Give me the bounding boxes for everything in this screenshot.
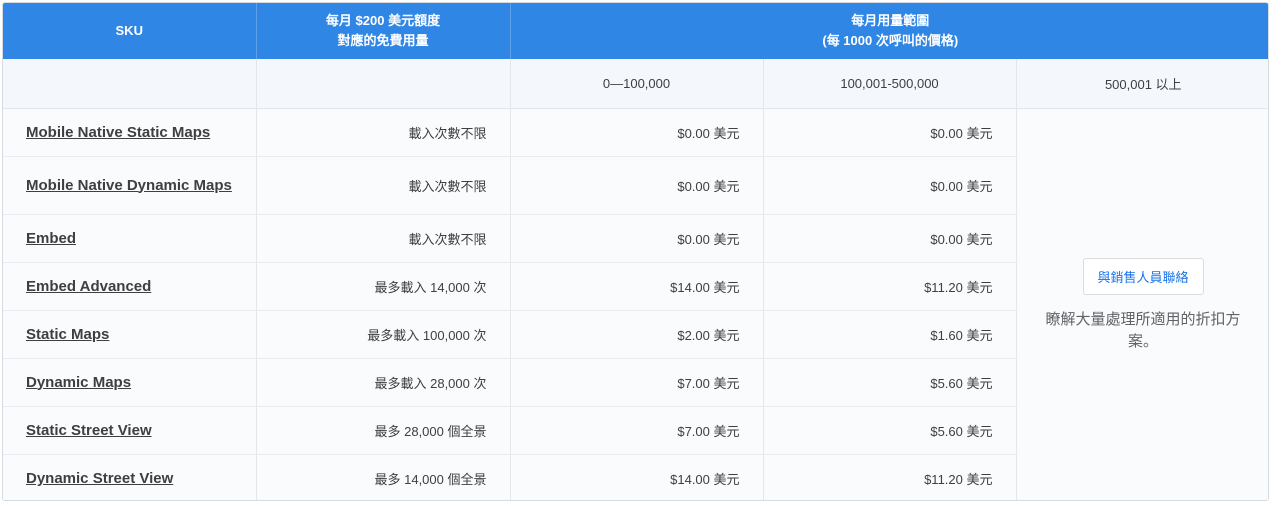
sku-link[interactable]: Static Street View	[26, 422, 152, 439]
tier1-price-cell: $7.00 美元	[510, 358, 764, 407]
contact-sales-button[interactable]: 與銷售人員聯絡	[1082, 258, 1204, 295]
tier-header-1: 0—100,000	[510, 59, 764, 109]
pricing-body: Mobile Native Static Maps 載入次數不限 $0.00 美…	[3, 108, 1268, 500]
free-usage-cell: 載入次數不限	[256, 156, 511, 215]
tier2-price-cell: $0.00 美元	[763, 156, 1017, 215]
free-usage-cell: 最多載入 100,000 次	[256, 310, 511, 359]
sku-link[interactable]: Static Maps	[26, 326, 109, 343]
tier-header-2: 100,001-500,000	[763, 59, 1017, 109]
tier2-price-cell: $5.60 美元	[763, 358, 1017, 407]
tier2-price-cell: $0.00 美元	[763, 214, 1017, 263]
tier1-price-cell: $2.00 美元	[510, 310, 764, 359]
sku-cell: Dynamic Maps	[3, 358, 257, 407]
tier-header-empty	[3, 59, 257, 109]
sku-link[interactable]: Embed	[26, 230, 76, 247]
sku-cell: Mobile Native Static Maps	[3, 108, 257, 157]
sku-cell: Embed	[3, 214, 257, 263]
tier2-price-cell: $5.60 美元	[763, 406, 1017, 455]
header-usage-range: 每月用量範圍 (每 1000 次呼叫的價格)	[510, 3, 1268, 59]
header-range-line2: (每 1000 次呼叫的價格)	[822, 33, 959, 48]
sku-link[interactable]: Dynamic Street View	[26, 470, 173, 487]
tier2-price-cell: $1.60 美元	[763, 310, 1017, 359]
tier2-price-cell: $11.20 美元	[763, 262, 1017, 311]
sku-cell: Static Maps	[3, 310, 257, 359]
pricing-table-container: SKU 每月 $200 美元額度 對應的免費用量 每月用量範圍 (每 1000 …	[2, 2, 1269, 501]
header-row: SKU 每月 $200 美元額度 對應的免費用量 每月用量範圍 (每 1000 …	[3, 3, 1268, 59]
tier-header-empty-free	[256, 59, 511, 109]
sku-link[interactable]: Mobile Native Dynamic Maps	[26, 177, 232, 194]
sku-cell: Static Street View	[3, 406, 257, 455]
header-free-usage: 每月 $200 美元額度 對應的免費用量	[256, 3, 511, 59]
free-usage-cell: 最多 14,000 個全景	[256, 454, 511, 500]
tier1-price-cell: $0.00 美元	[510, 156, 764, 215]
header-range-line1: 每月用量範圍	[851, 13, 930, 28]
tier1-price-cell: $0.00 美元	[510, 214, 764, 263]
sku-cell: Mobile Native Dynamic Maps	[3, 156, 257, 215]
contact-sales-cell: 與銷售人員聯絡 瞭解大量處理所適用的折扣方案。	[1016, 108, 1268, 500]
tier1-price-cell: $0.00 美元	[510, 108, 764, 157]
free-usage-cell: 載入次數不限	[256, 214, 511, 263]
tier1-price-cell: $7.00 美元	[510, 406, 764, 455]
tier2-price-cell: $0.00 美元	[763, 108, 1017, 157]
free-usage-cell: 載入次數不限	[256, 108, 511, 157]
tier-header-3: 500,001 以上	[1016, 59, 1268, 109]
tier1-price-cell: $14.00 美元	[510, 454, 764, 500]
sku-cell: Embed Advanced	[3, 262, 257, 311]
header-free-line1: 每月 $200 美元額度	[325, 13, 441, 28]
sku-link[interactable]: Embed Advanced	[26, 278, 151, 295]
pricing-table: SKU 每月 $200 美元額度 對應的免費用量 每月用量範圍 (每 1000 …	[3, 3, 1268, 500]
sku-link[interactable]: Mobile Native Static Maps	[26, 124, 210, 141]
volume-discount-note: 瞭解大量處理所適用的折扣方案。	[1045, 311, 1241, 350]
tier1-price-cell: $14.00 美元	[510, 262, 764, 311]
tier-header-row: 0—100,000 100,001-500,000 500,001 以上	[3, 59, 1268, 109]
free-usage-cell: 最多 28,000 個全景	[256, 406, 511, 455]
free-usage-cell: 最多載入 14,000 次	[256, 262, 511, 311]
table-row: Mobile Native Static Maps 載入次數不限 $0.00 美…	[3, 108, 1268, 500]
header-free-line2: 對應的免費用量	[337, 33, 429, 48]
header-sku: SKU	[3, 3, 257, 59]
free-usage-cell: 最多載入 28,000 次	[256, 358, 511, 407]
sku-link[interactable]: Dynamic Maps	[26, 374, 131, 391]
tier2-price-cell: $11.20 美元	[763, 454, 1017, 500]
sku-cell: Dynamic Street View	[3, 454, 257, 500]
